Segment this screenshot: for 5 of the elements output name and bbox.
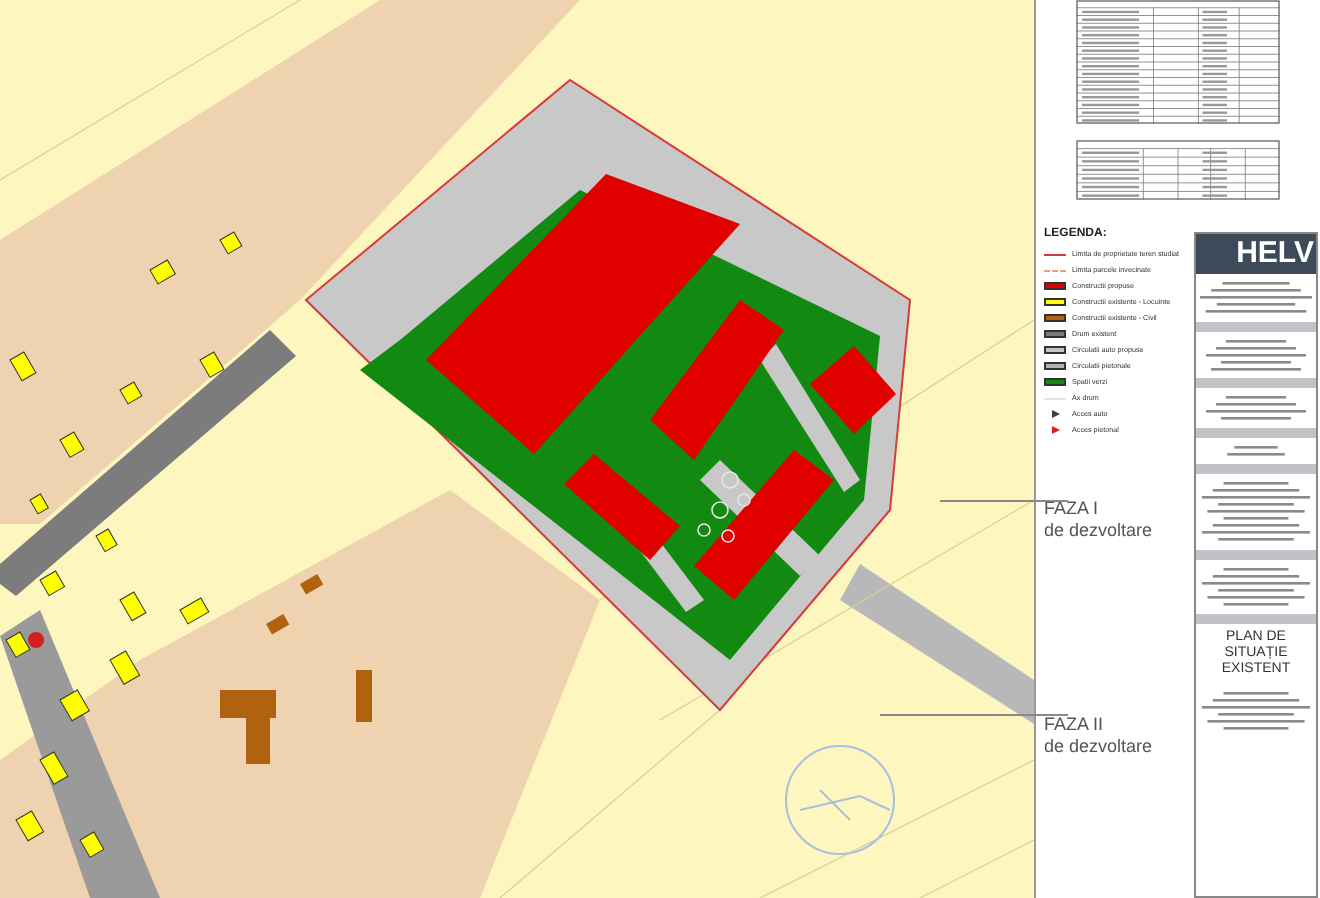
phase-subtitle: de dezvoltare: [1044, 520, 1155, 542]
company-logo: HELV: [1196, 234, 1316, 274]
phase-title: FAZA I: [1044, 498, 1101, 520]
phase-subtitle: de dezvoltare: [1044, 736, 1155, 758]
phase-title: FAZA II: [1044, 714, 1106, 736]
